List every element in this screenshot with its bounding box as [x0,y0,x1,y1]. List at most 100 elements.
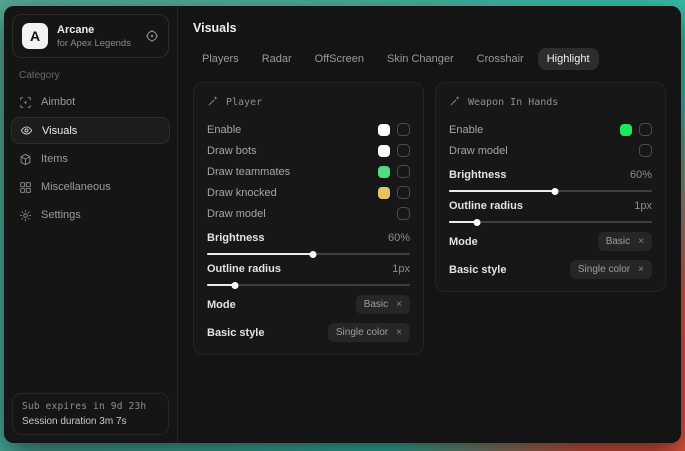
tab-skin-changer[interactable]: Skin Changer [378,48,463,70]
tag-label: Basic style [207,327,264,339]
slider-fill [207,253,313,255]
page-title: Visuals [193,21,666,35]
sidebar-item-settings[interactable]: Settings [4,201,177,229]
toggle-row: Enable [449,119,652,140]
toggle-row: Draw knocked [207,182,410,203]
session-duration-text: Session duration 3m 7s [22,416,159,427]
wand-icon [207,95,219,110]
sidebar-nav: AimbotVisuals Items Miscellaneous Settings [4,88,177,229]
sidebar-item-label: Items [41,153,68,165]
slider-fill [449,190,555,192]
slider-label: Brightness [207,232,264,244]
target-icon[interactable] [145,29,159,43]
card-title: Weapon In Hands [468,97,558,108]
gear-icon [19,209,32,222]
sidebar-item-items[interactable]: Items [4,145,177,173]
sidebar-item-visuals[interactable]: Visuals [11,117,170,144]
tag-label: Mode [207,299,236,311]
slider-track[interactable] [449,190,652,192]
slider: Brightness60% [207,232,410,255]
slider-thumb[interactable] [309,251,316,258]
toggle-label: Draw bots [207,145,378,157]
sidebar-item-label: Miscellaneous [41,181,111,193]
sidebar-item-aimbot[interactable]: Aimbot [4,88,177,116]
toggle-label: Draw knocked [207,187,378,199]
checkbox[interactable] [639,123,652,136]
tag-pill[interactable]: Single color × [328,323,410,342]
slider-head: Brightness60% [449,169,652,181]
checkbox[interactable] [397,186,410,199]
toggle-label: Draw model [207,208,397,220]
slider-label: Brightness [449,169,506,181]
sub-expires-text: Sub expires in 9d 23h [22,401,159,412]
settings-card: Weapon In Hands Enable Draw model Brightnes… [435,82,666,292]
color-swatch[interactable] [378,124,390,136]
app-name: Arcane [57,24,136,36]
checkbox[interactable] [397,123,410,136]
grid-icon [19,181,32,194]
tab-players[interactable]: Players [193,48,248,70]
checkbox[interactable] [397,165,410,178]
slider-value: 1px [634,200,652,212]
card-title: Player [226,97,262,108]
slider-track[interactable] [449,221,652,223]
remove-tag-icon[interactable]: × [638,265,644,275]
slider-head: Outline radius1px [207,263,410,275]
slider: Brightness60% [449,169,652,192]
main-panel: Visuals PlayersRadarOffScreenSkin Change… [178,6,681,443]
toggle-label: Draw model [449,145,639,157]
app-header-card: A Arcane for Apex Legends [12,14,169,58]
toggle-label: Enable [207,124,378,136]
app-logo: A [22,23,48,49]
sidebar-item-miscellaneous[interactable]: Miscellaneous [4,173,177,201]
cards-row: Player Enable Draw bots Draw teammates Draw … [193,82,666,355]
app-window: A Arcane for Apex Legends Category Aimbo… [4,6,681,443]
color-swatch[interactable] [620,124,632,136]
toggle-row: Enable [207,119,410,140]
slider-thumb[interactable] [232,282,239,289]
tab-crosshair[interactable]: Crosshair [468,48,533,70]
toggle-row: Draw model [207,203,410,224]
tab-radar[interactable]: Radar [253,48,301,70]
card-header: Weapon In Hands [449,95,652,110]
tag-pill[interactable]: Basic× [598,232,652,251]
desktop-background: { "app": { "name": "Arcane", "subtitle":… [0,0,685,451]
app-subtitle: for Apex Legends [57,38,136,49]
tag-value: Single color [336,327,388,338]
remove-tag-icon[interactable]: × [396,328,402,338]
color-swatch[interactable] [378,166,390,178]
session-info-box: Sub expires in 9d 23h Session duration 3… [12,393,169,435]
slider-head: Outline radius1px [449,200,652,212]
color-swatch[interactable] [378,187,390,199]
tag-row: Mode Basic × [207,295,410,314]
tab-bar: PlayersRadarOffScreenSkin ChangerCrossha… [193,48,666,70]
checkbox[interactable] [397,144,410,157]
eye-icon [20,124,33,137]
tag-value: Single color [578,264,630,275]
app-text: Arcane for Apex Legends [57,24,136,49]
tag-value: Basic [364,299,388,310]
slider-track[interactable] [207,253,410,255]
tab-offscreen[interactable]: OffScreen [306,48,373,70]
checkbox[interactable] [639,144,652,157]
slider-track[interactable] [207,284,410,286]
remove-tag-icon[interactable]: × [396,300,402,310]
toggle-row: Draw bots [207,140,410,161]
tab-highlight[interactable]: Highlight [538,48,599,70]
slider: Outline radius1px [449,200,652,223]
category-label: Category [19,70,162,81]
checkbox[interactable] [397,207,410,220]
tag-pill[interactable]: Single color × [570,260,652,279]
color-swatch[interactable] [378,145,390,157]
settings-card: Player Enable Draw bots Draw teammates Draw … [193,82,424,355]
slider-thumb[interactable] [551,188,558,195]
tag-pill[interactable]: Basic × [356,295,410,314]
slider-thumb[interactable] [474,219,481,226]
slider-label: Outline radius [207,263,281,275]
tag-row: Basic styleSingle color× [449,260,652,279]
toggle-label: Draw teammates [207,166,378,178]
tag-row: ModeBasic× [449,232,652,251]
sidebar: A Arcane for Apex Legends Category Aimbo… [4,6,178,443]
remove-tag-icon[interactable]: × [638,237,644,247]
slider: Outline radius1px [207,263,410,286]
